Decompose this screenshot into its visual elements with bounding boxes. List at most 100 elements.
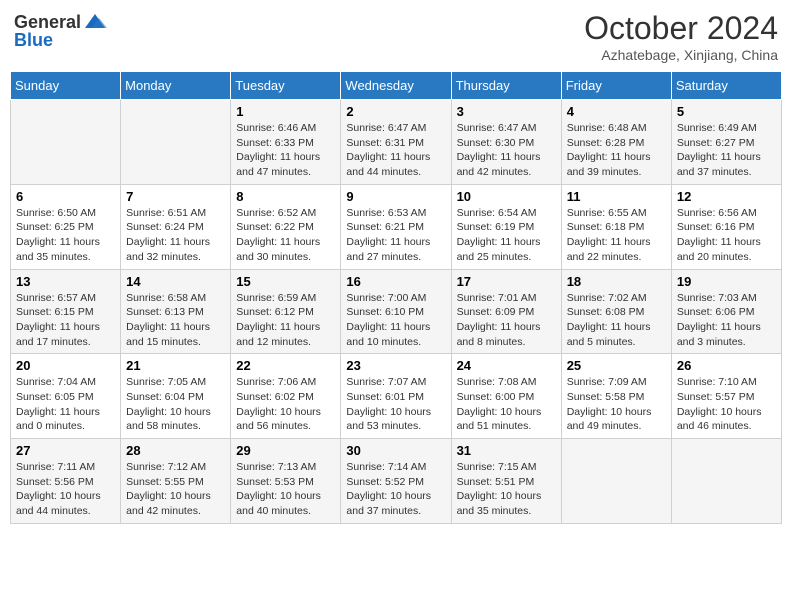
day-content: Sunrise: 7:08 AM Sunset: 6:00 PM Dayligh… [457,375,556,434]
calendar-header-row: SundayMondayTuesdayWednesdayThursdayFrid… [11,72,782,100]
calendar-cell: 6Sunrise: 6:50 AM Sunset: 6:25 PM Daylig… [11,184,121,269]
day-content: Sunrise: 7:15 AM Sunset: 5:51 PM Dayligh… [457,460,556,519]
calendar-table: SundayMondayTuesdayWednesdayThursdayFrid… [10,71,782,524]
day-content: Sunrise: 6:52 AM Sunset: 6:22 PM Dayligh… [236,206,335,265]
day-content: Sunrise: 7:13 AM Sunset: 5:53 PM Dayligh… [236,460,335,519]
day-content: Sunrise: 7:06 AM Sunset: 6:02 PM Dayligh… [236,375,335,434]
day-header-sunday: Sunday [11,72,121,100]
calendar-cell: 16 Sunrise: 7:00 AM Sunset: 6:10 PM Dayli… [341,269,451,354]
month-title: October 2024 [584,10,778,47]
logo-icon [83,10,107,34]
calendar-cell: 3 Sunrise: 6:47 AM Sunset: 6:30 PM Daylig… [451,100,561,185]
day-content: Sunrise: 7:14 AM Sunset: 5:52 PM Dayligh… [346,460,445,519]
day-header-wednesday: Wednesday [341,72,451,100]
day-content: Sunrise: 7:05 AM Sunset: 6:04 PM Dayligh… [126,375,225,434]
calendar-cell: 11Sunrise: 6:55 AM Sunset: 6:18 PM Dayli… [561,184,671,269]
calendar-week-row: 20Sunrise: 7:04 AM Sunset: 6:05 PM Dayli… [11,354,782,439]
day-number: 15 [236,274,335,289]
day-number: 14 [126,274,225,289]
day-content: Sunrise: 6:59 AM Sunset: 6:12 PM Dayligh… [236,291,335,350]
calendar-cell: 13Sunrise: 6:57 AM Sunset: 6:15 PM Dayli… [11,269,121,354]
day-number: 18 [567,274,666,289]
day-content: Sunrise: 6:47 AM Sunset: 6:30 PM Dayligh… [457,121,556,180]
day-content: Sunrise: 7:11 AM Sunset: 5:56 PM Dayligh… [16,460,115,519]
day-header-tuesday: Tuesday [231,72,341,100]
calendar-cell [561,439,671,524]
day-content: Sunrise: 7:04 AM Sunset: 6:05 PM Dayligh… [16,375,115,434]
calendar-cell: 23 Sunrise: 7:07 AM Sunset: 6:01 PM Dayli… [341,354,451,439]
day-content: Sunrise: 6:55 AM Sunset: 6:18 PM Dayligh… [567,206,666,265]
day-number: 12 [677,189,776,204]
day-number: 22 [236,358,335,373]
calendar-cell: 15 Sunrise: 6:59 AM Sunset: 6:12 PM Dayli… [231,269,341,354]
day-content: Sunrise: 6:47 AM Sunset: 6:31 PM Dayligh… [346,121,445,180]
calendar-cell: 21 Sunrise: 7:05 AM Sunset: 6:04 PM Dayli… [121,354,231,439]
location: Azhatebage, Xinjiang, China [584,47,778,63]
day-number: 8 [236,189,335,204]
day-number: 29 [236,443,335,458]
page-header: General Blue October 2024 Azhatebage, Xi… [10,10,782,63]
day-number: 1 [236,104,335,119]
calendar-cell: 22 Sunrise: 7:06 AM Sunset: 6:02 PM Dayli… [231,354,341,439]
day-content: Sunrise: 7:09 AM Sunset: 5:58 PM Dayligh… [567,375,666,434]
calendar-cell: 4 Sunrise: 6:48 AM Sunset: 6:28 PM Daylig… [561,100,671,185]
calendar-cell: 2Sunrise: 6:47 AM Sunset: 6:31 PM Daylig… [341,100,451,185]
day-content: Sunrise: 6:51 AM Sunset: 6:24 PM Dayligh… [126,206,225,265]
logo: General Blue [14,10,107,51]
calendar-cell: 14 Sunrise: 6:58 AM Sunset: 6:13 PM Dayli… [121,269,231,354]
calendar-cell: 29 Sunrise: 7:13 AM Sunset: 5:53 PM Dayli… [231,439,341,524]
day-content: Sunrise: 7:07 AM Sunset: 6:01 PM Dayligh… [346,375,445,434]
calendar-cell: 10 Sunrise: 6:54 AM Sunset: 6:19 PM Dayli… [451,184,561,269]
day-header-friday: Friday [561,72,671,100]
day-number: 23 [346,358,445,373]
day-content: Sunrise: 6:53 AM Sunset: 6:21 PM Dayligh… [346,206,445,265]
calendar-cell [121,100,231,185]
day-number: 28 [126,443,225,458]
calendar-cell: 31 Sunrise: 7:15 AM Sunset: 5:51 PM Dayli… [451,439,561,524]
day-number: 10 [457,189,556,204]
day-number: 17 [457,274,556,289]
calendar-week-row: 6Sunrise: 6:50 AM Sunset: 6:25 PM Daylig… [11,184,782,269]
calendar-cell [11,100,121,185]
day-content: Sunrise: 6:56 AM Sunset: 6:16 PM Dayligh… [677,206,776,265]
logo-blue-text: Blue [14,30,53,51]
day-number: 24 [457,358,556,373]
day-number: 30 [346,443,445,458]
day-content: Sunrise: 7:01 AM Sunset: 6:09 PM Dayligh… [457,291,556,350]
day-content: Sunrise: 7:10 AM Sunset: 5:57 PM Dayligh… [677,375,776,434]
day-number: 31 [457,443,556,458]
calendar-week-row: 27Sunrise: 7:11 AM Sunset: 5:56 PM Dayli… [11,439,782,524]
day-number: 4 [567,104,666,119]
day-content: Sunrise: 6:57 AM Sunset: 6:15 PM Dayligh… [16,291,115,350]
day-number: 3 [457,104,556,119]
day-content: Sunrise: 7:03 AM Sunset: 6:06 PM Dayligh… [677,291,776,350]
calendar-cell: 5 Sunrise: 6:49 AM Sunset: 6:27 PM Daylig… [671,100,781,185]
day-number: 26 [677,358,776,373]
day-content: Sunrise: 7:12 AM Sunset: 5:55 PM Dayligh… [126,460,225,519]
calendar-cell: 27Sunrise: 7:11 AM Sunset: 5:56 PM Dayli… [11,439,121,524]
day-number: 16 [346,274,445,289]
calendar-cell: 9 Sunrise: 6:53 AM Sunset: 6:21 PM Daylig… [341,184,451,269]
day-number: 25 [567,358,666,373]
day-content: Sunrise: 6:46 AM Sunset: 6:33 PM Dayligh… [236,121,335,180]
day-number: 9 [346,189,445,204]
day-header-thursday: Thursday [451,72,561,100]
day-number: 21 [126,358,225,373]
day-content: Sunrise: 6:58 AM Sunset: 6:13 PM Dayligh… [126,291,225,350]
calendar-week-row: 13Sunrise: 6:57 AM Sunset: 6:15 PM Dayli… [11,269,782,354]
day-number: 5 [677,104,776,119]
calendar-cell: 28 Sunrise: 7:12 AM Sunset: 5:55 PM Dayli… [121,439,231,524]
day-content: Sunrise: 6:49 AM Sunset: 6:27 PM Dayligh… [677,121,776,180]
day-content: Sunrise: 6:48 AM Sunset: 6:28 PM Dayligh… [567,121,666,180]
calendar-cell: 30 Sunrise: 7:14 AM Sunset: 5:52 PM Dayli… [341,439,451,524]
day-content: Sunrise: 7:00 AM Sunset: 6:10 PM Dayligh… [346,291,445,350]
day-header-monday: Monday [121,72,231,100]
title-block: October 2024 Azhatebage, Xinjiang, China [584,10,778,63]
day-content: Sunrise: 6:54 AM Sunset: 6:19 PM Dayligh… [457,206,556,265]
calendar-cell: 1 Sunrise: 6:46 AM Sunset: 6:33 PM Daylig… [231,100,341,185]
calendar-cell [671,439,781,524]
calendar-cell: 17 Sunrise: 7:01 AM Sunset: 6:09 PM Dayli… [451,269,561,354]
calendar-cell: 18Sunrise: 7:02 AM Sunset: 6:08 PM Dayli… [561,269,671,354]
calendar-cell: 8 Sunrise: 6:52 AM Sunset: 6:22 PM Daylig… [231,184,341,269]
day-header-saturday: Saturday [671,72,781,100]
